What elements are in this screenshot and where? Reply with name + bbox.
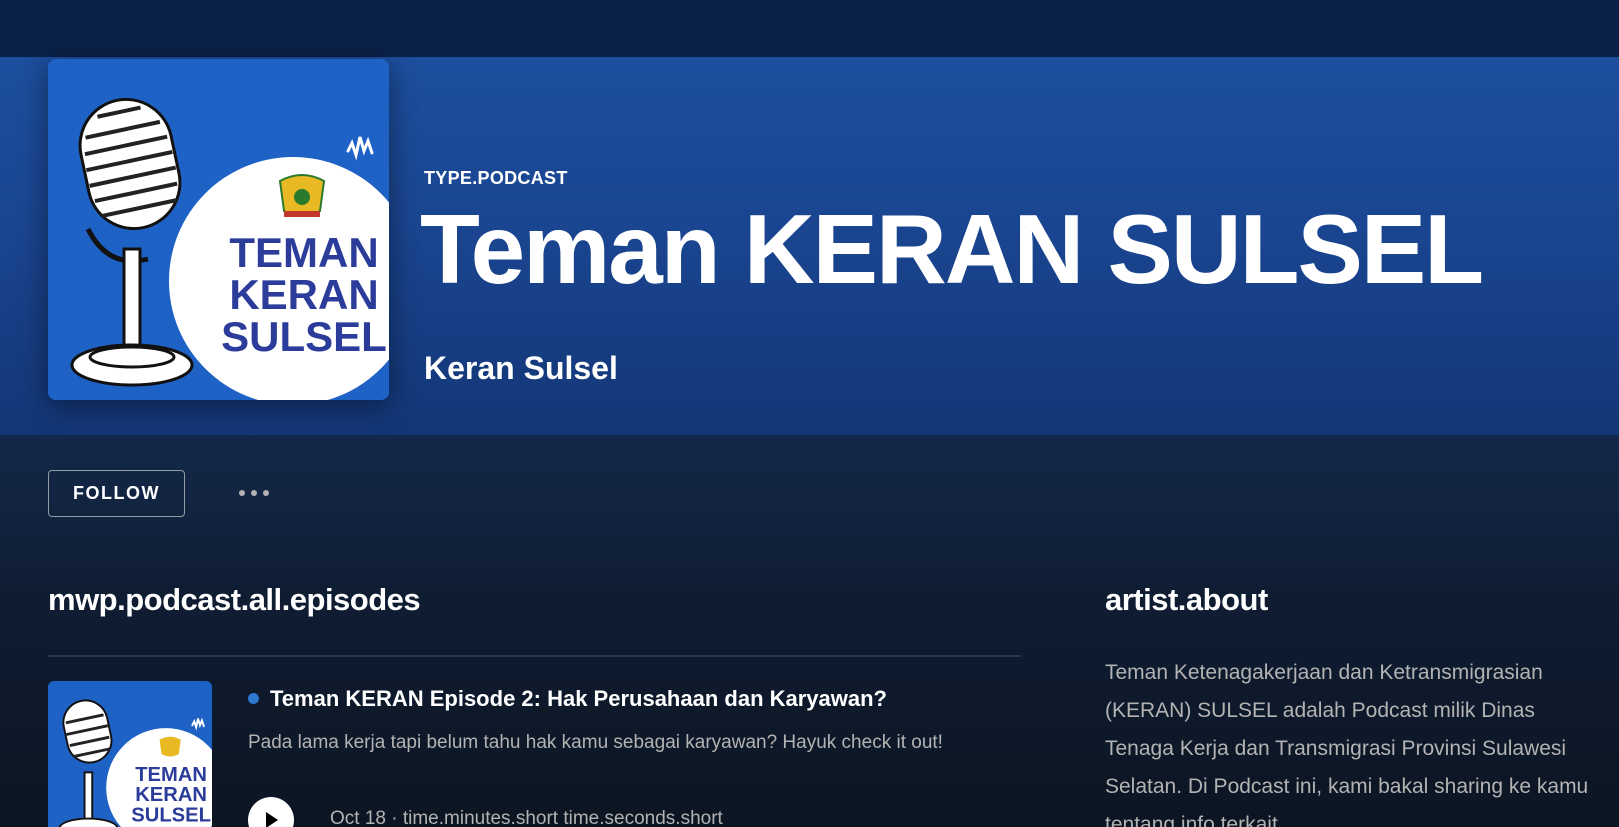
svg-text:TEMAN: TEMAN	[135, 764, 207, 786]
about-section-title: artist.about	[1105, 582, 1268, 617]
svg-text:SULSEL: SULSEL	[221, 313, 387, 360]
play-icon	[266, 812, 278, 827]
svg-text:TEMAN: TEMAN	[229, 229, 378, 276]
svg-text:SULSEL: SULSEL	[131, 804, 211, 826]
podcast-title: Teman KERAN SULSEL	[420, 194, 1484, 304]
episode-thumbnail[interactable]: TEMAN KERAN SULSEL	[48, 681, 212, 827]
episode-description: Pada lama kerja tapi belum tahu hak kamu…	[248, 732, 943, 753]
divider	[48, 655, 1021, 657]
episode-title[interactable]: Teman KERAN Episode 2: Hak Perusahaan da…	[270, 686, 887, 712]
episodes-section-title: mwp.podcast.all.episodes	[48, 582, 421, 617]
follow-button[interactable]: FOLLOW	[48, 470, 185, 517]
emblem-icon	[278, 174, 326, 217]
top-bar	[0, 0, 1619, 57]
more-options-icon[interactable]	[230, 480, 278, 506]
episode-meta: Oct 18 · time.minutes.short time.seconds…	[330, 808, 723, 827]
svg-text:KERAN: KERAN	[229, 271, 378, 318]
svg-text:KERAN: KERAN	[135, 784, 207, 806]
podcast-author[interactable]: Keran Sulsel	[424, 350, 618, 387]
about-text: Teman Ketenagakerjaan dan Ketransmigrasi…	[1105, 661, 1589, 827]
content-type-label: TYPE.PODCAST	[424, 168, 568, 188]
unplayed-indicator-icon	[248, 693, 259, 704]
podcast-cover-art: TEMAN KERAN SULSEL	[48, 59, 389, 400]
